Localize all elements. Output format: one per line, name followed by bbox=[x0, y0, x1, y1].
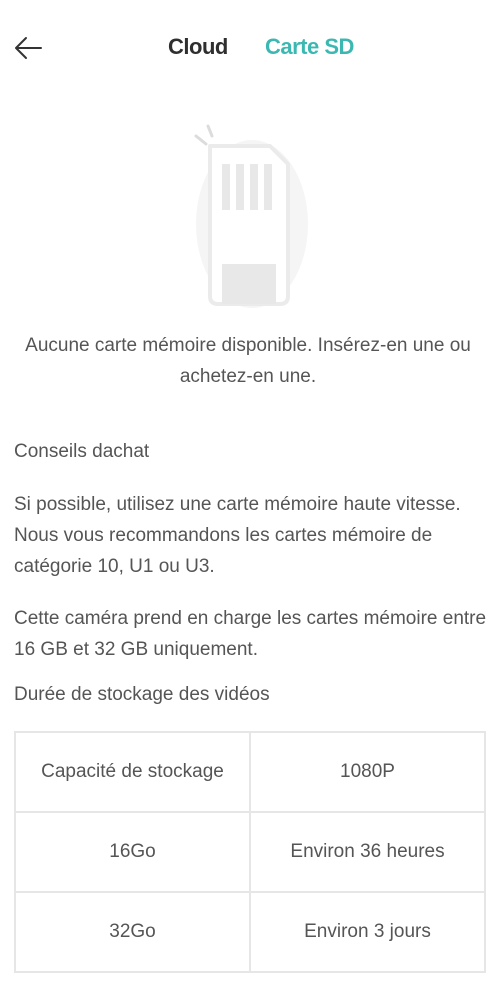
table-row: 32Go Environ 3 jours bbox=[14, 891, 486, 973]
table-cell-capacity: 16Go bbox=[14, 811, 251, 893]
sd-card-illustration bbox=[188, 118, 308, 318]
purchase-advice-title: Conseils dachat bbox=[14, 441, 150, 462]
table-cell-duration: Environ 36 heures bbox=[249, 811, 486, 893]
header: Cloud Carte SD bbox=[0, 0, 496, 100]
tab-bar: Cloud Carte SD bbox=[0, 34, 496, 66]
table-header-row: Capacité de stockage 1080P bbox=[14, 731, 486, 813]
table-row: 16Go Environ 36 heures bbox=[14, 811, 486, 893]
table-cell-duration: Environ 3 jours bbox=[249, 891, 486, 973]
table-header-capacity: Capacité de stockage bbox=[14, 731, 251, 813]
tab-cloud[interactable]: Cloud bbox=[168, 34, 228, 60]
storage-duration-table: Capacité de stockage 1080P 16Go Environ … bbox=[14, 731, 486, 973]
table-header-resolution: 1080P bbox=[249, 731, 486, 813]
table-cell-capacity: 32Go bbox=[14, 891, 251, 973]
sd-card-icon bbox=[194, 124, 308, 308]
storage-duration-title: Durée de stockage des vidéos bbox=[14, 684, 270, 705]
speed-tip-text: Si possible, utilisez une carte mémoire … bbox=[14, 494, 461, 577]
capacity-tip-text: Cette caméra prend en charge les cartes … bbox=[14, 608, 487, 660]
tab-carte-sd[interactable]: Carte SD bbox=[265, 34, 354, 60]
empty-state-message: Aucune carte mémoire disponible. Insérez… bbox=[25, 335, 471, 387]
